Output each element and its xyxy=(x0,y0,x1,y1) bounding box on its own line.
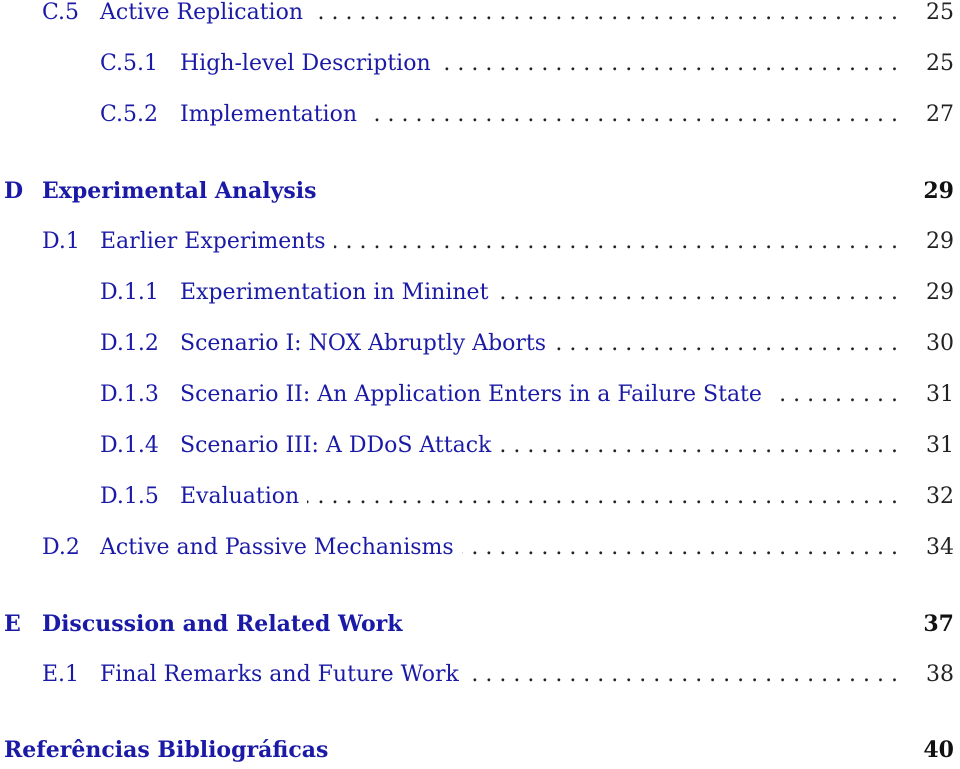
toc-entry-d13[interactable]: D.1.3 Scenario II: An Application Enters… xyxy=(0,382,960,412)
entry-title[interactable]: Scenario II: An Application Enters in a … xyxy=(180,382,770,407)
toc-entry-d15[interactable]: D.1.5 Evaluation . . . . . . . . . . . .… xyxy=(0,484,960,514)
entry-page: 31 xyxy=(926,382,954,407)
entry-page: 25 xyxy=(926,0,954,25)
entry-title[interactable]: Earlier Experiments xyxy=(100,229,334,254)
toc-entry-d14[interactable]: D.1.4 Scenario III: A DDoS Attack . . . … xyxy=(0,433,960,463)
entry-title[interactable]: Experimentation in Mininet xyxy=(180,280,497,305)
entry-page: 29 xyxy=(926,280,954,305)
entry-page: 29 xyxy=(926,229,954,254)
entry-number: E.1 xyxy=(42,662,80,687)
entry-number: C.5.2 xyxy=(100,102,159,127)
toc-entry-d1[interactable]: D.1 Earlier Experiments . . . . . . . . … xyxy=(0,229,960,259)
toc-entry-d2[interactable]: D.2 Active and Passive Mechanisms . . . … xyxy=(0,535,960,565)
entry-number: D.1.4 xyxy=(100,433,159,458)
entry-number: D.1.3 xyxy=(100,382,159,407)
entry-number: C.5 xyxy=(42,0,80,25)
toc-references[interactable]: Referências Bibliográficas 40 xyxy=(0,737,960,767)
toc-entry-c5[interactable]: C.5 Active Replication . . . . . . . . .… xyxy=(0,0,960,30)
entry-number: D xyxy=(4,178,24,204)
toc-entry-d12[interactable]: D.1.2 Scenario I: NOX Abruptly Aborts . … xyxy=(0,331,960,361)
entry-title[interactable]: Scenario I: NOX Abruptly Aborts xyxy=(180,331,555,356)
toc-chapter-d[interactable]: D Experimental Analysis 29 xyxy=(0,178,960,208)
entry-page: 40 xyxy=(923,737,954,763)
entry-number: D.1.2 xyxy=(100,331,159,356)
entry-number: D.1.1 xyxy=(100,280,159,305)
toc-entry-e1[interactable]: E.1 Final Remarks and Future Work . . . … xyxy=(0,662,960,692)
toc-entry-c52[interactable]: C.5.2 Implementation . . . . . . . . . .… xyxy=(0,102,960,132)
entry-title[interactable]: Referências Bibliográficas xyxy=(4,737,337,763)
toc-chapter-e[interactable]: E Discussion and Related Work 37 xyxy=(0,611,960,641)
entry-title[interactable]: Final Remarks and Future Work xyxy=(100,662,467,687)
entry-number: D.2 xyxy=(42,535,80,560)
entry-page: 37 xyxy=(923,611,954,637)
toc-entry-d11[interactable]: D.1.1 Experimentation in Mininet . . . .… xyxy=(0,280,960,310)
entry-number: D.1 xyxy=(42,229,80,254)
entry-page: 38 xyxy=(926,662,954,687)
entry-title[interactable]: Evaluation xyxy=(180,484,308,509)
entry-page: 34 xyxy=(926,535,954,560)
entry-title[interactable]: Scenario III: A DDoS Attack xyxy=(180,433,500,458)
entry-title[interactable]: Active and Passive Mechanisms xyxy=(100,535,462,560)
entry-page: 27 xyxy=(926,102,954,127)
toc-entry-c51[interactable]: C.5.1 High-level Description . . . . . .… xyxy=(0,51,960,81)
entry-page: 32 xyxy=(926,484,954,509)
entry-number: E xyxy=(4,611,21,637)
entry-title[interactable]: Discussion and Related Work xyxy=(42,611,411,637)
entry-page: 30 xyxy=(926,331,954,356)
entry-number: C.5.1 xyxy=(100,51,159,76)
entry-number: D.1.5 xyxy=(100,484,159,509)
entry-title[interactable]: Implementation xyxy=(180,102,365,127)
entry-page: 25 xyxy=(926,51,954,76)
entry-title[interactable]: High-level Description xyxy=(180,51,439,76)
entry-page: 31 xyxy=(926,433,954,458)
entry-page: 29 xyxy=(923,178,954,204)
entry-title[interactable]: Experimental Analysis xyxy=(42,178,325,204)
entry-title[interactable]: Active Replication xyxy=(100,0,311,25)
